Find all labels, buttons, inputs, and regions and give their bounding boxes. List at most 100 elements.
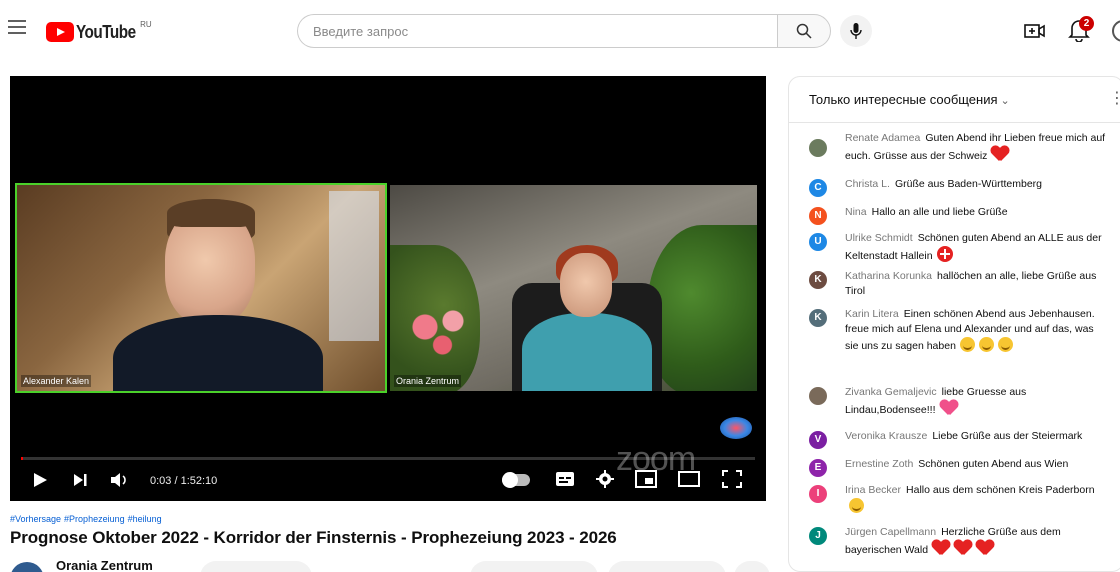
more-vert-icon[interactable]: ⋮ bbox=[1109, 89, 1120, 109]
chat-mode-label: Только интересные сообщения bbox=[809, 92, 998, 107]
miniplayer-button[interactable] bbox=[635, 470, 657, 493]
volume-icon bbox=[111, 473, 126, 487]
chevron-down-icon: ⌄ bbox=[1000, 95, 1010, 107]
search-input[interactable]: Введите запрос bbox=[297, 14, 777, 48]
youtube-logo[interactable]: YouTube RU bbox=[46, 20, 152, 42]
voice-search-button[interactable] bbox=[840, 15, 872, 47]
chat-message-body: Katharina Korunka hallöchen an alle, lieb… bbox=[845, 269, 1107, 299]
chat-author-name[interactable]: Zivanka Gemaljevic bbox=[845, 386, 937, 398]
chat-message-text: Schönen guten Abend aus Wien bbox=[918, 458, 1069, 470]
chat-header: Только интересные сообщения⌄ ⋮ bbox=[789, 77, 1120, 123]
chat-author-avatar[interactable]: C bbox=[809, 179, 827, 197]
swiss-flag-emoji-icon bbox=[936, 246, 953, 262]
chat-author-avatar[interactable]: I bbox=[809, 485, 827, 503]
smile-emoji-icon bbox=[978, 337, 994, 352]
notification-count-badge: 2 bbox=[1079, 16, 1094, 31]
chat-author-avatar[interactable] bbox=[809, 139, 827, 157]
hashtag-link[interactable]: #Vorhersage bbox=[10, 514, 61, 524]
participant-tile: Orania Zentrum bbox=[390, 185, 757, 391]
chat-author-name[interactable]: Irina Becker bbox=[845, 484, 901, 496]
gear-icon bbox=[596, 470, 614, 488]
progress-fill bbox=[21, 457, 23, 460]
chat-author-avatar[interactable]: J bbox=[809, 527, 827, 545]
video-player[interactable]: Alexander Kalen Orania Zentrum zoom 0:03… bbox=[10, 76, 766, 501]
participant-tile-speaker: Alexander Kalen bbox=[15, 183, 387, 393]
chat-message-body: Renate Adamea Guten Abend ihr Lieben freu… bbox=[845, 131, 1107, 164]
search-button[interactable] bbox=[777, 14, 831, 48]
like-dislike-button[interactable] bbox=[470, 561, 598, 572]
notifications-button[interactable]: 2 bbox=[1068, 16, 1094, 44]
fullscreen-button[interactable] bbox=[722, 470, 742, 493]
smile-emoji-icon bbox=[997, 337, 1013, 352]
live-chat-panel: Только интересные сообщения⌄ ⋮ Renate Ad… bbox=[788, 76, 1120, 572]
create-video-button[interactable] bbox=[1024, 21, 1046, 41]
chat-message-body: Christa L. Grüße aus Baden-Württemberg bbox=[845, 177, 1107, 192]
chat-author-avatar[interactable] bbox=[809, 387, 827, 405]
chat-author-name[interactable]: Nina bbox=[845, 206, 867, 218]
logo-text: YouTube bbox=[76, 22, 136, 42]
more-actions-button[interactable] bbox=[734, 561, 770, 572]
volume-button[interactable] bbox=[110, 472, 130, 493]
chat-author-name[interactable]: Jürgen Capellmann bbox=[845, 526, 936, 538]
chat-author-avatar[interactable]: N bbox=[809, 207, 827, 225]
chat-mode-dropdown[interactable]: Только интересные сообщения ⌄ bbox=[809, 92, 1010, 107]
time-display: 0:03 / 1:52:10 bbox=[150, 475, 218, 487]
heart-emoji-icon bbox=[976, 540, 994, 556]
chat-author-name[interactable]: Ernestine Zoth bbox=[845, 458, 913, 470]
heart-emoji-icon bbox=[932, 540, 950, 556]
theater-mode-button[interactable] bbox=[678, 471, 700, 492]
account-avatar[interactable] bbox=[1112, 20, 1120, 42]
chat-message-body: Zivanka Gemaljevic liebe Gruesse aus Lind… bbox=[845, 385, 1107, 418]
theater-icon bbox=[678, 471, 700, 487]
participant-name: Orania Zentrum bbox=[394, 375, 462, 387]
chat-author-name[interactable]: Veronika Krausze bbox=[845, 430, 927, 442]
video-plus-icon bbox=[1024, 24, 1045, 38]
settings-button[interactable] bbox=[596, 470, 614, 493]
hashtag-link[interactable]: #Prophezeiung bbox=[64, 514, 125, 524]
chat-message-body: Jürgen Capellmann Herzliche Grüße aus dem… bbox=[845, 525, 1107, 558]
channel-name[interactable]: Orania Zentrum bbox=[56, 558, 153, 572]
pink-heart-emoji-icon bbox=[940, 400, 958, 416]
chat-message-body: Karin Litera Einen schönen Abend aus Jebe… bbox=[845, 307, 1107, 354]
play-button[interactable] bbox=[32, 472, 48, 493]
chat-author-avatar[interactable]: K bbox=[809, 271, 827, 289]
microphone-icon bbox=[850, 23, 862, 39]
autoplay-toggle[interactable] bbox=[502, 472, 530, 488]
chat-message-text: Hallo an alle und liebe Grüße bbox=[871, 206, 1008, 218]
share-button[interactable] bbox=[608, 561, 726, 572]
chat-author-avatar[interactable]: E bbox=[809, 459, 827, 477]
chat-author-avatar[interactable]: K bbox=[809, 309, 827, 327]
video-title: Prognose Oktober 2022 - Korridor der Fin… bbox=[10, 528, 617, 547]
next-button[interactable] bbox=[72, 472, 88, 493]
chat-author-name[interactable]: Renate Adamea bbox=[845, 132, 920, 144]
hashtag-link[interactable]: #heilung bbox=[128, 514, 162, 524]
miniplayer-icon bbox=[635, 470, 657, 488]
chat-message-body: Ulrike Schmidt Schönen guten Abend an ALL… bbox=[845, 231, 1107, 264]
subtitles-button[interactable] bbox=[555, 471, 575, 492]
channel-avatar[interactable] bbox=[10, 562, 44, 572]
chat-author-avatar[interactable]: U bbox=[809, 233, 827, 251]
play-icon bbox=[34, 473, 47, 487]
chat-message-text: Hallo aus dem schönen Kreis Paderborn bbox=[906, 484, 1095, 496]
fullscreen-icon bbox=[722, 470, 742, 488]
chat-author-name[interactable]: Christa L. bbox=[845, 178, 890, 190]
menu-icon[interactable] bbox=[8, 20, 26, 34]
chat-author-name[interactable]: Karin Litera bbox=[845, 308, 899, 320]
search-icon bbox=[796, 23, 812, 39]
subtitles-icon bbox=[556, 472, 574, 486]
chat-message-body: Nina Hallo an alle und liebe Grüße bbox=[845, 205, 1107, 220]
logo-region: RU bbox=[140, 20, 152, 29]
progress-bar[interactable] bbox=[21, 457, 755, 460]
youtube-play-icon bbox=[46, 22, 74, 42]
zoom-badge-icon bbox=[720, 417, 752, 439]
hashtag-list: #Vorhersage #Prophezeiung #heilung bbox=[10, 514, 165, 524]
chat-author-name[interactable]: Katharina Korunka bbox=[845, 270, 932, 282]
participant-name: Alexander Kalen bbox=[21, 375, 92, 387]
player-controls: 0:03 / 1:52:10 bbox=[10, 464, 766, 496]
chat-author-avatar[interactable]: V bbox=[809, 431, 827, 449]
subscribe-button[interactable] bbox=[200, 561, 312, 572]
chat-message-text: Grüße aus Baden-Württemberg bbox=[894, 178, 1042, 190]
next-icon bbox=[74, 474, 87, 486]
chat-author-name[interactable]: Ulrike Schmidt bbox=[845, 232, 913, 244]
smile-emoji-icon bbox=[959, 337, 975, 352]
